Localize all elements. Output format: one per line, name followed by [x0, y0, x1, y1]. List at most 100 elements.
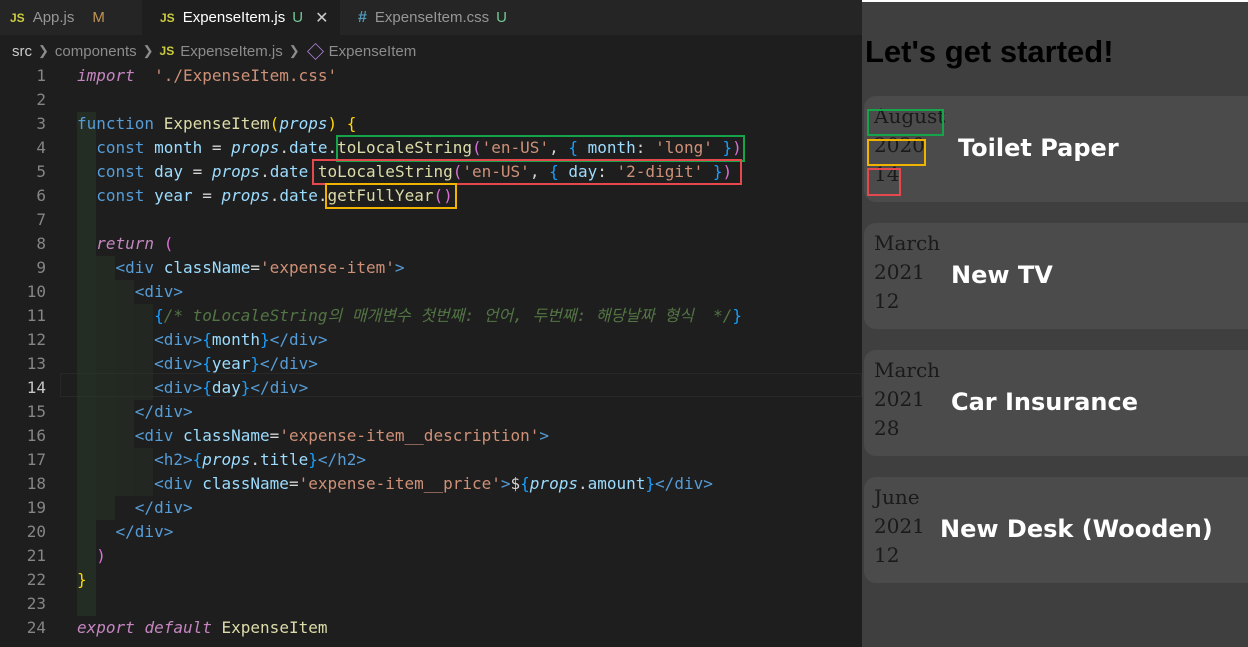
code-line[interactable]: 17 <h2>{props.title}</h2> [0, 448, 862, 472]
line-number: 7 [36, 210, 46, 229]
chevron-right-icon: ❯ [288, 43, 300, 58]
code-line[interactable]: 9 <div className='expense-item'> [0, 256, 862, 280]
line-number: 22 [26, 570, 46, 589]
breadcrumb-file[interactable]: ExpenseItem.js [180, 43, 283, 60]
code-editor[interactable]: JS App.js M JS ExpenseItem.js U ✕ # Expe… [0, 0, 862, 647]
line-number: 3 [36, 114, 46, 133]
chevron-right-icon: ❯ [142, 43, 154, 58]
code-line[interactable]: 16 <div className='expense-item__descrip… [0, 424, 862, 448]
modified-status-badge: M [92, 9, 105, 26]
line-number: 12 [26, 330, 46, 349]
highlight-box-month [867, 109, 944, 136]
code-text: <div className='expense-item__descriptio… [134, 426, 550, 445]
code-text: <div> [134, 282, 183, 301]
expense-day: 28 [874, 416, 900, 440]
tab-label: ExpenseItem.js [182, 9, 286, 26]
browser-preview: Let's get started! August 2020 14 Toilet… [862, 0, 1248, 647]
line-number: 9 [36, 258, 46, 277]
css-file-icon: # [358, 8, 367, 26]
highlight-box-month [336, 135, 745, 162]
code-line[interactable]: 15 </div> [0, 400, 862, 424]
line-number: 1 [36, 66, 46, 85]
code-text: export default ExpenseItem [77, 618, 328, 637]
line-number: 24 [26, 618, 46, 637]
code-line[interactable]: 21 ) [0, 544, 862, 568]
code-line[interactable]: 14 <div>{day}</div> [0, 376, 862, 400]
code-line[interactable]: 2 [0, 88, 862, 112]
expense-date: March 2021 28 [874, 356, 940, 443]
expense-year: 2021 [874, 514, 925, 538]
code-line[interactable]: 7 [0, 208, 862, 232]
highlight-box-day [867, 168, 901, 196]
editor-tab-bar: JS App.js M JS ExpenseItem.js U ✕ # Expe… [0, 0, 862, 35]
line-number: 11 [26, 306, 46, 325]
line-number: 18 [26, 474, 46, 493]
tab-app-js[interactable]: JS App.js M [0, 0, 142, 35]
code-line[interactable]: 3 function ExpenseItem(props) { [0, 112, 862, 136]
breadcrumb-symbol[interactable]: ExpenseItem [329, 43, 417, 60]
expense-day: 12 [874, 289, 900, 313]
code-line[interactable]: 1 import './ExpenseItem.css' [0, 64, 862, 88]
highlight-box-year [325, 183, 457, 209]
line-number: 21 [26, 546, 46, 565]
code-text: <h2>{props.title}</h2> [154, 450, 367, 469]
code-line[interactable]: 13 <div>{year}</div> [0, 352, 862, 376]
expense-item: June 2021 12 New Desk (Wooden) [864, 477, 1248, 583]
code-line[interactable]: 18 <div className='expense-item__price'>… [0, 472, 862, 496]
close-tab-icon[interactable]: ✕ [315, 8, 328, 28]
code-line[interactable]: 11 {/* toLocaleString의 매개변수 첫번째: 언어, 두번째… [0, 304, 862, 328]
untracked-status-badge: U [292, 9, 304, 26]
code-text: </div> [134, 402, 193, 421]
code-line[interactable]: 10 <div> [0, 280, 862, 304]
highlight-box-day [312, 159, 742, 185]
line-number: 15 [26, 402, 46, 421]
line-number: 20 [26, 522, 46, 541]
line-number: 4 [36, 138, 46, 157]
breadcrumb-src[interactable]: src [12, 43, 32, 60]
code-text: <div>{year}</div> [154, 354, 318, 373]
tab-label: ExpenseItem.css [374, 9, 490, 26]
page-title: Let's get started! [865, 34, 1114, 69]
expense-title: New TV [951, 261, 1053, 289]
tab-label: App.js [32, 9, 75, 26]
expense-year: 2021 [874, 387, 925, 411]
tab-expenseitem-css[interactable]: # ExpenseItem.css U [340, 0, 530, 35]
line-number: 23 [26, 594, 46, 613]
code-line[interactable]: 19 </div> [0, 496, 862, 520]
code-line[interactable]: 20 </div> [0, 520, 862, 544]
highlight-box-year [867, 139, 926, 166]
line-number: 13 [26, 354, 46, 373]
expense-title: New Desk (Wooden) [940, 515, 1213, 543]
code-line[interactable]: 22} [0, 568, 862, 592]
chevron-right-icon: ❯ [38, 43, 49, 58]
code-text: ) [96, 546, 106, 565]
expense-date: June 2021 12 [874, 483, 925, 570]
line-number: 14 [26, 378, 46, 397]
code-line[interactable]: 8 return ( [0, 232, 862, 256]
breadcrumb-components[interactable]: components [55, 43, 137, 60]
javascript-file-icon: JS [10, 10, 25, 25]
line-number: 2 [36, 90, 46, 109]
expense-date: March 2021 12 [874, 229, 940, 316]
code-text: function ExpenseItem(props) { [77, 114, 357, 133]
expense-month: March [874, 358, 941, 382]
code-text: </div> [115, 522, 174, 541]
line-number: 17 [26, 450, 46, 469]
tab-expenseitem-js[interactable]: JS ExpenseItem.js U ✕ [142, 0, 340, 35]
line-number: 6 [36, 186, 46, 205]
code-text: <div className='expense-item__price'>${p… [154, 474, 713, 493]
code-text: {/* toLocaleString의 매개변수 첫번째: 언어, 두번째: 해… [154, 306, 743, 325]
expense-day: 12 [874, 543, 900, 567]
code-line[interactable]: 12 <div>{month}</div> [0, 328, 862, 352]
expense-title: Toilet Paper [958, 134, 1119, 162]
code-text: return ( [96, 234, 174, 253]
code-line[interactable]: 23 [0, 592, 862, 616]
code-line[interactable]: 24 export default ExpenseItem [0, 616, 862, 640]
line-number: 5 [36, 162, 46, 181]
breadcrumb: src ❯ components ❯ JS ExpenseItem.js ❯ E… [12, 40, 416, 62]
expense-item: March 2021 12 New TV [864, 223, 1248, 329]
javascript-file-icon: JS [160, 10, 175, 25]
code-text: import './ExpenseItem.css' [77, 66, 338, 85]
line-number: 19 [26, 498, 46, 517]
untracked-status-badge: U [496, 9, 507, 26]
